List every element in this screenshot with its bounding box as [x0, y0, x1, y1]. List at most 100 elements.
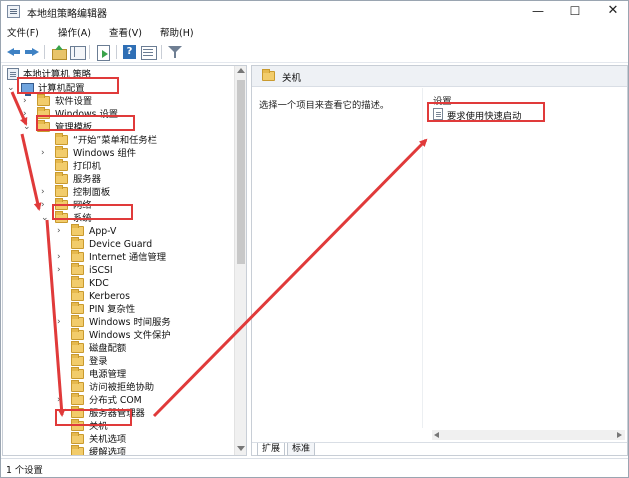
policy-icon: [7, 68, 19, 80]
tree-item-label: App-V: [89, 226, 117, 237]
policy-setting-icon: [433, 108, 443, 120]
collapsed-chevron-icon[interactable]: ›: [57, 251, 65, 264]
collapsed-chevron-icon[interactable]: ›: [41, 199, 49, 212]
folder-icon: [262, 69, 275, 81]
folder-icon: [37, 107, 50, 119]
scroll-thumb[interactable]: [237, 80, 245, 264]
tree-root-label: 本地计算机 策略: [23, 69, 92, 80]
folder-icon: [71, 224, 84, 236]
tab-standard[interactable]: 标准: [287, 443, 316, 456]
filter-icon[interactable]: [167, 44, 183, 60]
menu-bar: 文件(F) 操作(A) 查看(V) 帮助(H): [1, 22, 628, 41]
folder-icon: [55, 133, 68, 145]
expanded-chevron-icon[interactable]: ⌄: [23, 121, 31, 134]
toolbar-separator: [44, 45, 45, 59]
show-hide-tree-icon[interactable]: [69, 44, 86, 60]
folder-icon: [55, 185, 68, 197]
toolbar-separator: [161, 45, 162, 59]
forward-arrow-icon[interactable]: [24, 44, 40, 60]
folder-icon: [55, 198, 68, 210]
collapsed-chevron-icon[interactable]: ›: [57, 368, 65, 381]
details-header: 关机: [252, 66, 627, 87]
tree-item-label: 控制面板: [73, 187, 111, 198]
tree-item-label: 缓解选项: [89, 447, 127, 456]
expanded-chevron-icon[interactable]: ⌄: [41, 212, 49, 225]
folder-icon: [71, 354, 84, 366]
menu-help[interactable]: 帮助(H): [160, 25, 194, 39]
expanded-chevron-icon[interactable]: ⌄: [7, 82, 15, 95]
tree-item-label: Device Guard: [89, 239, 153, 250]
folder-icon: [55, 159, 68, 171]
tree-item-label: 登录: [89, 356, 108, 367]
tree-panel: 本地计算机 策略 ⌄ 计算机配置 › 软件设置 › Windows 设置 ⌄ 管…: [2, 65, 247, 456]
folder-icon: [71, 367, 84, 379]
tree-item-label: KDC: [89, 278, 109, 289]
tree-scrollbar[interactable]: [234, 66, 246, 455]
setting-label: 要求使用快速启动: [447, 111, 522, 122]
tab-extended[interactable]: 扩展: [257, 443, 286, 456]
status-bar: 1 个设置: [1, 458, 628, 477]
gpedit-window: 本地组策略编辑器 — ☐ ✕ 文件(F) 操作(A) 查看(V) 帮助(H) 本…: [0, 0, 629, 478]
folder-icon: [71, 341, 84, 353]
collapsed-chevron-icon[interactable]: ›: [57, 264, 65, 277]
tree-item-label: 服务器管理器: [89, 408, 145, 419]
tree-item-label: 访问被拒绝协助: [89, 382, 155, 393]
collapsed-chevron-icon[interactable]: ›: [23, 108, 31, 121]
folder-icon: [71, 445, 84, 455]
menu-view[interactable]: 查看(V): [109, 25, 142, 39]
tree-item-label: 软件设置: [55, 96, 93, 107]
properties-icon[interactable]: [140, 44, 157, 60]
folder-icon: [71, 432, 84, 444]
folder-icon: [37, 120, 50, 132]
scroll-right-icon[interactable]: [617, 432, 622, 438]
tree-item-label: PIN 复杂性: [89, 304, 136, 315]
window-title: 本地组策略编辑器: [27, 9, 107, 20]
up-folder-icon[interactable]: [51, 44, 67, 60]
column-header-setting[interactable]: 设置: [433, 93, 452, 107]
tree-item-label: 打印机: [73, 161, 101, 172]
collapsed-chevron-icon[interactable]: ›: [23, 95, 31, 108]
folder-icon: [71, 393, 84, 405]
tree-item-label: Windows 组件: [73, 148, 137, 159]
pane-divider[interactable]: [422, 88, 423, 428]
toolbar: [1, 41, 628, 63]
folder-icon: [71, 406, 84, 418]
collapsed-chevron-icon[interactable]: ›: [57, 225, 65, 238]
scroll-down-icon[interactable]: [237, 446, 245, 451]
tree-item-label: Windows 时间服务: [89, 317, 171, 328]
folder-icon: [71, 289, 84, 301]
tree-item-label: Internet 通信管理: [89, 252, 167, 263]
folder-icon: [71, 380, 84, 392]
folder-icon: [71, 328, 84, 340]
details-title: 关机: [282, 73, 302, 84]
toolbar-separator: [89, 45, 90, 59]
tree-item-label: 分布式 COM: [89, 395, 142, 406]
collapsed-chevron-icon[interactable]: ›: [57, 394, 65, 407]
folder-icon: [71, 302, 84, 314]
collapsed-chevron-icon[interactable]: ›: [57, 316, 65, 329]
menu-action[interactable]: 操作(A): [58, 25, 91, 39]
tree-item-label: 网络: [73, 200, 92, 211]
tree-item-label: 磁盘配额: [89, 343, 127, 354]
scroll-up-icon[interactable]: [237, 68, 245, 73]
collapsed-chevron-icon[interactable]: ›: [41, 186, 49, 199]
folder-icon: [71, 419, 84, 431]
toolbar-separator: [116, 45, 117, 59]
scroll-left-icon[interactable]: [434, 432, 439, 438]
tree-item-label: Windows 设置: [55, 109, 119, 120]
folder-icon: [55, 172, 68, 184]
details-panel: 关机 选择一个项目来查看它的描述。 设置 要求使用快速启动 扩展 标准: [251, 65, 628, 456]
close-button[interactable]: ✕: [591, 2, 629, 21]
title-bar: 本地组策略编辑器 — ☐ ✕: [1, 1, 628, 22]
folder-icon: [71, 263, 84, 275]
folder-icon: [71, 237, 84, 249]
menu-file[interactable]: 文件(F): [7, 25, 39, 39]
horizontal-scrollbar[interactable]: [432, 430, 625, 440]
tree-item-label: 关机选项: [89, 434, 127, 445]
export-list-icon[interactable]: [95, 44, 111, 61]
back-arrow-icon[interactable]: [6, 44, 22, 60]
collapsed-chevron-icon[interactable]: ›: [41, 147, 49, 160]
folder-icon: [37, 94, 50, 106]
folder-icon: [55, 146, 68, 158]
help-icon[interactable]: [122, 44, 138, 60]
